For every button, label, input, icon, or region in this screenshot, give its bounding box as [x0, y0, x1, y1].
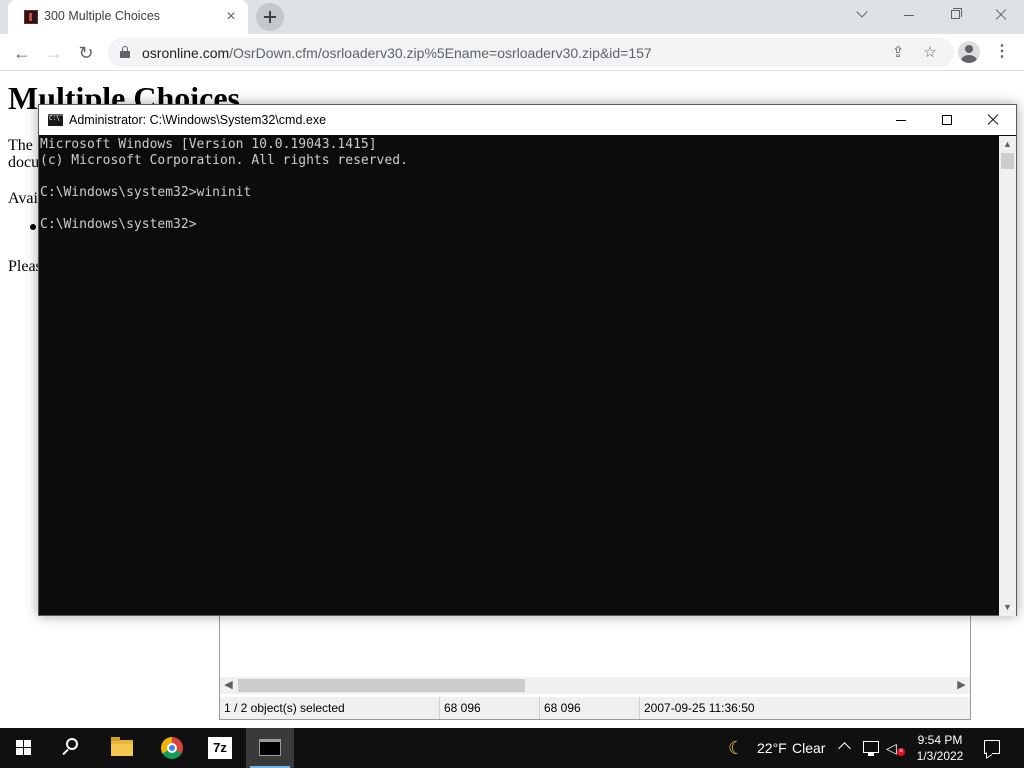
sevenzip-window[interactable]: ◀ ▶ 1 / 2 object(s) selected 68 096 68 0…: [219, 600, 971, 720]
scroll-up-icon[interactable]: ▲: [999, 136, 1016, 153]
cmd-title: Administrator: C:\Windows\System32\cmd.e…: [69, 113, 327, 127]
page-paragraph-3: Pleas: [8, 258, 42, 275]
sevenzip-button[interactable]: 7z: [196, 728, 244, 768]
forward-icon: →: [45, 43, 63, 63]
page-paragraph-1: The docu: [8, 137, 39, 171]
scrollbar-thumb[interactable]: [1001, 153, 1014, 169]
status-modified: 2007-09-25 11:36:50: [644, 701, 755, 715]
moon-icon[interactable]: ☾: [728, 728, 744, 768]
console-line: (c) Microsoft Corporation. All rights re…: [40, 153, 408, 168]
file-explorer-button[interactable]: [98, 728, 146, 768]
console-icon: [48, 114, 63, 126]
cmd-minimize-button[interactable]: [878, 105, 924, 135]
clock-date: 1/3/2022: [916, 749, 964, 763]
command-prompt-button[interactable]: [246, 728, 294, 768]
start-button[interactable]: [0, 728, 48, 768]
browser-minimize-button[interactable]: [886, 0, 932, 30]
network-icon[interactable]: [863, 741, 879, 756]
console-output[interactable]: Microsoft Windows [Version 10.0.19043.14…: [39, 136, 999, 616]
chevron-down-icon: [856, 6, 868, 18]
scrollbar-thumb[interactable]: [238, 679, 525, 692]
lock-icon: [120, 46, 130, 58]
browser-close-button[interactable]: [978, 0, 1024, 30]
page-text-line: The: [8, 137, 33, 154]
new-tab-button[interactable]: [256, 3, 284, 31]
menu-icon[interactable]: ⋮: [993, 41, 1011, 63]
tab-title: 300 Multiple Choices: [44, 9, 161, 23]
list-bullet: [30, 224, 36, 230]
console-line: Microsoft Windows [Version 10.0.19043.14…: [40, 137, 377, 152]
minimize-icon: [904, 15, 914, 16]
folder-icon: [111, 737, 133, 756]
reload-button[interactable]: ↻: [72, 39, 100, 67]
clock[interactable]: 9:54 PM 1/3/2022: [912, 732, 968, 764]
profile-icon[interactable]: [958, 41, 980, 63]
maximize-icon: [942, 115, 952, 125]
page-paragraph-2: Avai: [8, 190, 38, 207]
cmd-titlebar[interactable]: Administrator: C:\Windows\System32\cmd.e…: [39, 105, 1016, 135]
sevenzip-icon: 7z: [208, 737, 232, 759]
minimize-icon: [896, 120, 906, 121]
page-text-line: docu: [8, 154, 40, 171]
scroll-down-icon[interactable]: ▼: [999, 599, 1016, 616]
search-icon: [66, 738, 78, 750]
tab-close-icon[interactable]: ×: [222, 8, 240, 26]
browser-toolbar: ← → ↻ osronline.com/OsrDown.cfm/osrloade…: [0, 34, 1024, 71]
cmd-window[interactable]: Administrator: C:\Windows\System32\cmd.e…: [38, 104, 1017, 616]
url-path: /OsrDown.cfm/osrloaderv30.zip%5Ename=osr…: [229, 45, 652, 61]
vertical-scrollbar[interactable]: ▲ ▼: [999, 136, 1016, 616]
chrome-icon: [161, 737, 183, 759]
restore-icon: [951, 10, 960, 19]
forward-button[interactable]: →: [40, 39, 68, 67]
cmd-close-button[interactable]: [970, 105, 1016, 135]
reload-icon: ↻: [78, 43, 94, 63]
back-icon: ←: [13, 43, 31, 63]
chrome-button[interactable]: [148, 728, 196, 768]
star-icon[interactable]: ☆: [920, 43, 940, 63]
cmd-maximize-button[interactable]: [924, 105, 970, 135]
console-line: C:\Windows\system32>wininit: [40, 185, 252, 200]
back-button[interactable]: ←: [8, 39, 36, 67]
notification-icon[interactable]: [984, 740, 1000, 754]
taskbar: 7z ☾ 22°F Clear ◁ × 9:54 PM 1/3/2022: [0, 728, 1024, 768]
console-icon: [259, 739, 281, 756]
status-selected: 1 / 2 object(s) selected: [220, 697, 440, 719]
clock-time: 9:54 PM: [917, 733, 963, 747]
scroll-right-icon[interactable]: ▶: [953, 677, 970, 694]
status-bar: 1 / 2 object(s) selected 68 096 68 096 2…: [220, 697, 970, 719]
muted-badge-icon: ×: [897, 748, 905, 756]
address-bar[interactable]: osronline.com/OsrDown.cfm/osrloaderv30.z…: [108, 38, 954, 67]
chevron-up-icon[interactable]: [838, 742, 851, 755]
address-url[interactable]: osronline.com/OsrDown.cfm/osrloaderv30.z…: [142, 45, 652, 61]
weather-temperature[interactable]: 22°F: [757, 728, 787, 768]
share-icon[interactable]: ⇪: [888, 43, 908, 63]
status-size: 68 096: [440, 697, 540, 719]
url-host: osronline.com: [142, 45, 230, 61]
browser-tab[interactable]: 300 Multiple Choices ×: [8, 0, 248, 34]
weather-description[interactable]: Clear: [792, 728, 825, 768]
scroll-left-icon[interactable]: ◀: [220, 677, 237, 694]
windows-logo-icon: [16, 740, 32, 756]
console-prompt[interactable]: C:\Windows\system32>: [40, 217, 999, 233]
browser-restore-button[interactable]: [932, 0, 978, 30]
tab-search-button[interactable]: [840, 0, 886, 30]
browser-tabstrip: 300 Multiple Choices ×: [0, 0, 1024, 34]
search-button[interactable]: [48, 728, 96, 768]
site-favicon-icon: [24, 10, 38, 24]
status-packed-size: 68 096: [540, 697, 640, 719]
horizontal-scrollbar[interactable]: ◀ ▶: [220, 677, 970, 694]
